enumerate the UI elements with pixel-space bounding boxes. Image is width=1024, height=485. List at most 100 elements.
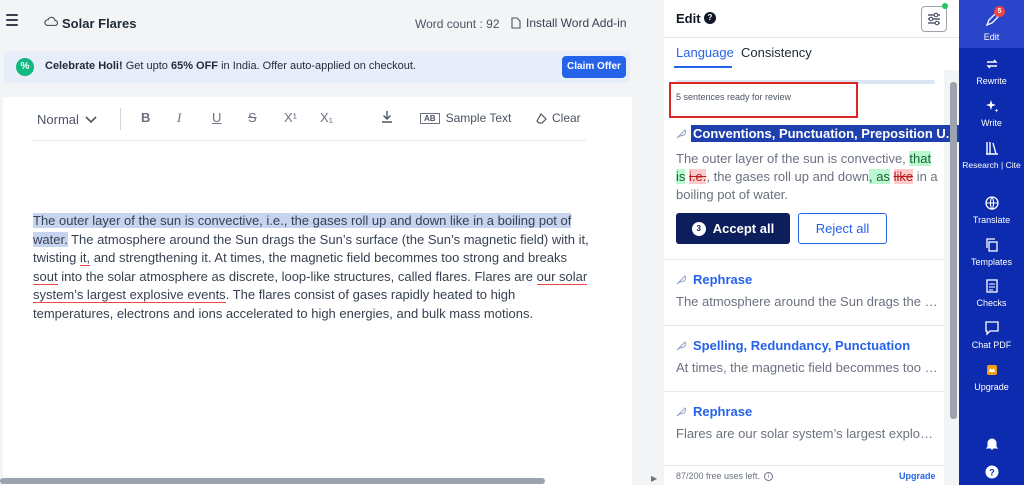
sidebar-label: Translate — [972, 215, 1011, 225]
document-title[interactable]: Solar Flares — [62, 16, 136, 31]
free-uses-text: 87/200 free uses left. i — [676, 471, 774, 481]
edit-panel: Edit ? Language Consistency 5 sentences … — [664, 0, 959, 485]
upgrade-link[interactable]: Upgrade — [899, 471, 936, 481]
underline-button[interactable]: U — [212, 110, 221, 125]
sidebar-item-chat-pdf[interactable]: Chat PDF — [959, 320, 1024, 351]
accept-all-label: Accept all — [712, 221, 775, 236]
vertical-scrollbar[interactable] — [950, 82, 957, 419]
info-icon[interactable]: i — [764, 471, 774, 481]
install-addin-label: Install Word Add-in — [526, 16, 627, 30]
checklist-icon — [985, 279, 998, 293]
install-addin-button[interactable]: Install Word Add-in — [511, 16, 627, 30]
sparkle-icon — [985, 100, 998, 113]
sample-text-button[interactable]: AB Sample Text — [420, 111, 511, 125]
feather-icon — [676, 341, 687, 351]
svg-text:?: ? — [989, 468, 995, 478]
accept-all-button[interactable]: 3 Accept all — [676, 213, 790, 244]
sidebar-item-research[interactable]: Research | Cite — [959, 140, 1024, 171]
bell-icon — [985, 438, 998, 450]
promo-banner: % Celebrate Holi! Get upto 65% OFF in In… — [4, 51, 630, 83]
hamburger-menu-icon[interactable] — [6, 14, 18, 26]
notification-badge: 5 — [994, 6, 1005, 17]
books-icon — [985, 142, 998, 155]
sidebar-label: Templates — [970, 257, 1013, 267]
horizontal-scrollbar[interactable] — [0, 478, 545, 484]
sidebar-item-translate[interactable]: Translate — [959, 195, 1024, 226]
crown-icon — [986, 365, 997, 375]
suggestion-title[interactable]: Rephrase — [693, 272, 752, 287]
reject-all-button[interactable]: Reject all — [798, 213, 887, 244]
suggestion-title[interactable]: Rephrase — [693, 404, 752, 419]
sidebar-item-write[interactable]: Write — [959, 98, 1024, 129]
top-bar: Solar Flares Word count : 92 Install Wor… — [0, 0, 664, 46]
suggestion-title[interactable]: Spelling, Redundancy, Punctuation — [693, 338, 910, 353]
sidebar-item-upgrade[interactable]: Upgrade — [959, 362, 1024, 393]
help-icon[interactable]: ? — [704, 12, 716, 24]
cloud-saved-icon — [44, 16, 58, 26]
help-button[interactable]: ? — [959, 464, 1024, 484]
claim-offer-button[interactable]: Claim Offer — [562, 56, 626, 78]
panel-footer: 87/200 free uses left. i Upgrade — [664, 465, 944, 485]
sidebar-label: Edit — [983, 32, 1000, 42]
bold-button[interactable]: B — [141, 110, 150, 125]
status-dot — [942, 3, 948, 9]
tab-consistency[interactable]: Consistency — [741, 45, 812, 60]
free-uses-label: 87/200 free uses left. — [676, 471, 761, 481]
document-text: and strengthening it. At times, the magn… — [90, 250, 568, 265]
promo-lead: Celebrate Holi! — [45, 60, 123, 72]
download-icon[interactable] — [380, 109, 394, 125]
subscript-button[interactable]: X₁ — [320, 110, 333, 125]
paragraph-style-select[interactable]: Normal — [37, 112, 97, 127]
sidebar-label: Chat PDF — [971, 340, 1012, 350]
sidebar-label: Research | Cite — [962, 160, 1021, 170]
sidebar-item-templates[interactable]: Templates — [959, 237, 1024, 268]
superscript-button[interactable]: X¹ — [284, 110, 297, 125]
expand-panel-icon[interactable]: ▶ — [651, 474, 657, 483]
filter-settings-button[interactable] — [921, 6, 947, 32]
deleted-text: like — [893, 169, 914, 184]
sample-text-badge: AB — [420, 112, 440, 124]
flagged-word[interactable]: sout — [33, 268, 58, 285]
document-icon — [511, 17, 521, 29]
sidebar-label: Write — [981, 118, 1002, 128]
suggestion-card[interactable]: Conventions, Punctuation, Preposition U.… — [664, 125, 959, 269]
suggestion-card[interactable]: Rephrase Flares are our solar system’s l… — [664, 391, 944, 457]
panel-title: Edit — [676, 11, 701, 26]
clear-button[interactable]: Clear — [536, 111, 581, 125]
chevron-down-icon — [85, 115, 97, 123]
strikethrough-button[interactable]: S — [248, 110, 257, 125]
clear-label: Clear — [552, 111, 581, 125]
suggestion-title[interactable]: Conventions, Punctuation, Preposition U.… — [691, 125, 959, 142]
sidebar-label: Upgrade — [974, 382, 1009, 392]
promo-text-after: in India. Offer auto-applied on checkout… — [218, 60, 416, 72]
promo-discount: 65% OFF — [170, 60, 219, 72]
annotation-highlight-box — [669, 82, 858, 118]
suggestion-card[interactable]: Rephrase The atmosphere around the Sun d… — [664, 259, 944, 325]
document-body[interactable]: The outer layer of the sun is convective… — [33, 212, 593, 323]
suggestion-card[interactable]: Spelling, Redundancy, Punctuation At tim… — [664, 325, 944, 391]
sidebar-item-edit[interactable]: Edit 5 — [959, 0, 1024, 48]
feather-icon — [676, 129, 687, 139]
suggestion-preview: Flares are our solar system’s largest ex… — [676, 426, 938, 441]
copy-icon — [985, 238, 998, 252]
sidebar-item-checks[interactable]: Checks — [959, 278, 1024, 309]
accept-count-badge: 3 — [691, 221, 706, 236]
tab-language[interactable]: Language — [676, 45, 734, 60]
italic-button[interactable]: I — [177, 110, 181, 126]
document-text: into the solar atmosphere as discrete, l… — [57, 268, 537, 284]
format-toolbar: Normal B I U S X¹ X₁ AB Sample Text Clea… — [31, 97, 586, 141]
notifications-button[interactable] — [959, 436, 1024, 456]
sliders-icon — [928, 12, 940, 26]
sidebar-label: Checks — [976, 298, 1007, 308]
sidebar-item-rewrite[interactable]: Rewrite — [959, 56, 1024, 87]
suggestion-list: 5 sentences ready for review Conventions… — [664, 70, 959, 485]
feather-icon — [676, 275, 687, 285]
app-sidebar: Edit 5 Rewrite Write Research | Cite Tra… — [959, 0, 1024, 485]
feather-icon — [676, 407, 687, 417]
promo-text: Celebrate Holi! Get upto 65% OFF in Indi… — [45, 60, 416, 72]
chat-icon — [984, 321, 999, 336]
flagged-word[interactable]: it, — [79, 250, 91, 266]
help-circle-icon: ? — [985, 465, 998, 479]
panel-tabs: Language Consistency — [664, 38, 959, 70]
editor: Normal B I U S X¹ X₁ AB Sample Text Clea… — [3, 97, 632, 485]
